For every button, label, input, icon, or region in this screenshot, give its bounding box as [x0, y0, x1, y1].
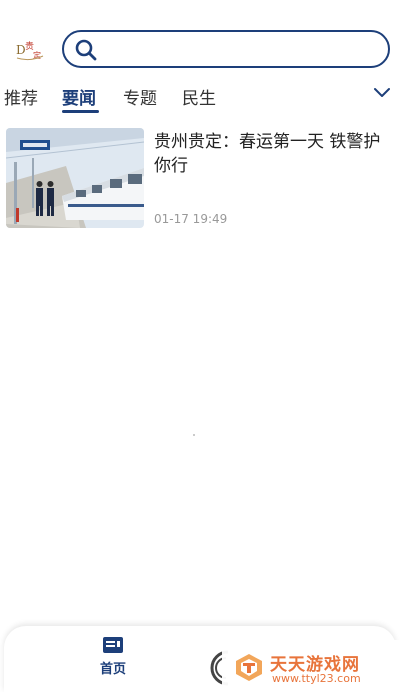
tab-topics[interactable]: 专题 — [123, 84, 157, 109]
category-tabs: 推荐 要闻 专题 民生 — [0, 80, 400, 120]
news-title[interactable]: 贵州贵定：春运第一天 铁警护你行 — [154, 130, 386, 178]
watermark-logo-icon — [236, 654, 262, 681]
active-tab-indicator — [62, 110, 99, 113]
tab-headlines[interactable]: 要闻 — [62, 84, 96, 109]
watermark: 天天游戏网 www.ttyl23.com — [222, 640, 400, 692]
loading-dot — [193, 434, 195, 436]
app-logo-icon: D 贵 定 — [14, 36, 46, 62]
search-bar[interactable] — [62, 30, 390, 68]
news-list-item[interactable]: 贵州贵定：春运第一天 铁警护你行 01-17 19:49 — [6, 128, 394, 230]
home-icon — [103, 637, 123, 653]
search-input[interactable] — [104, 36, 374, 62]
tab-livelihood[interactable]: 民生 — [182, 84, 216, 109]
nav-home-label: 首页 — [99, 662, 126, 677]
nav-home-button[interactable]: 首页 — [88, 634, 138, 684]
tab-recommended[interactable]: 推荐 — [4, 84, 38, 109]
news-timestamp: 01-17 19:49 — [154, 212, 228, 226]
watermark-url: www.ttyl23.com — [272, 672, 361, 685]
news-photo[interactable] — [6, 128, 144, 228]
chevron-down-icon[interactable] — [372, 84, 392, 100]
search-icon[interactable] — [74, 38, 98, 62]
